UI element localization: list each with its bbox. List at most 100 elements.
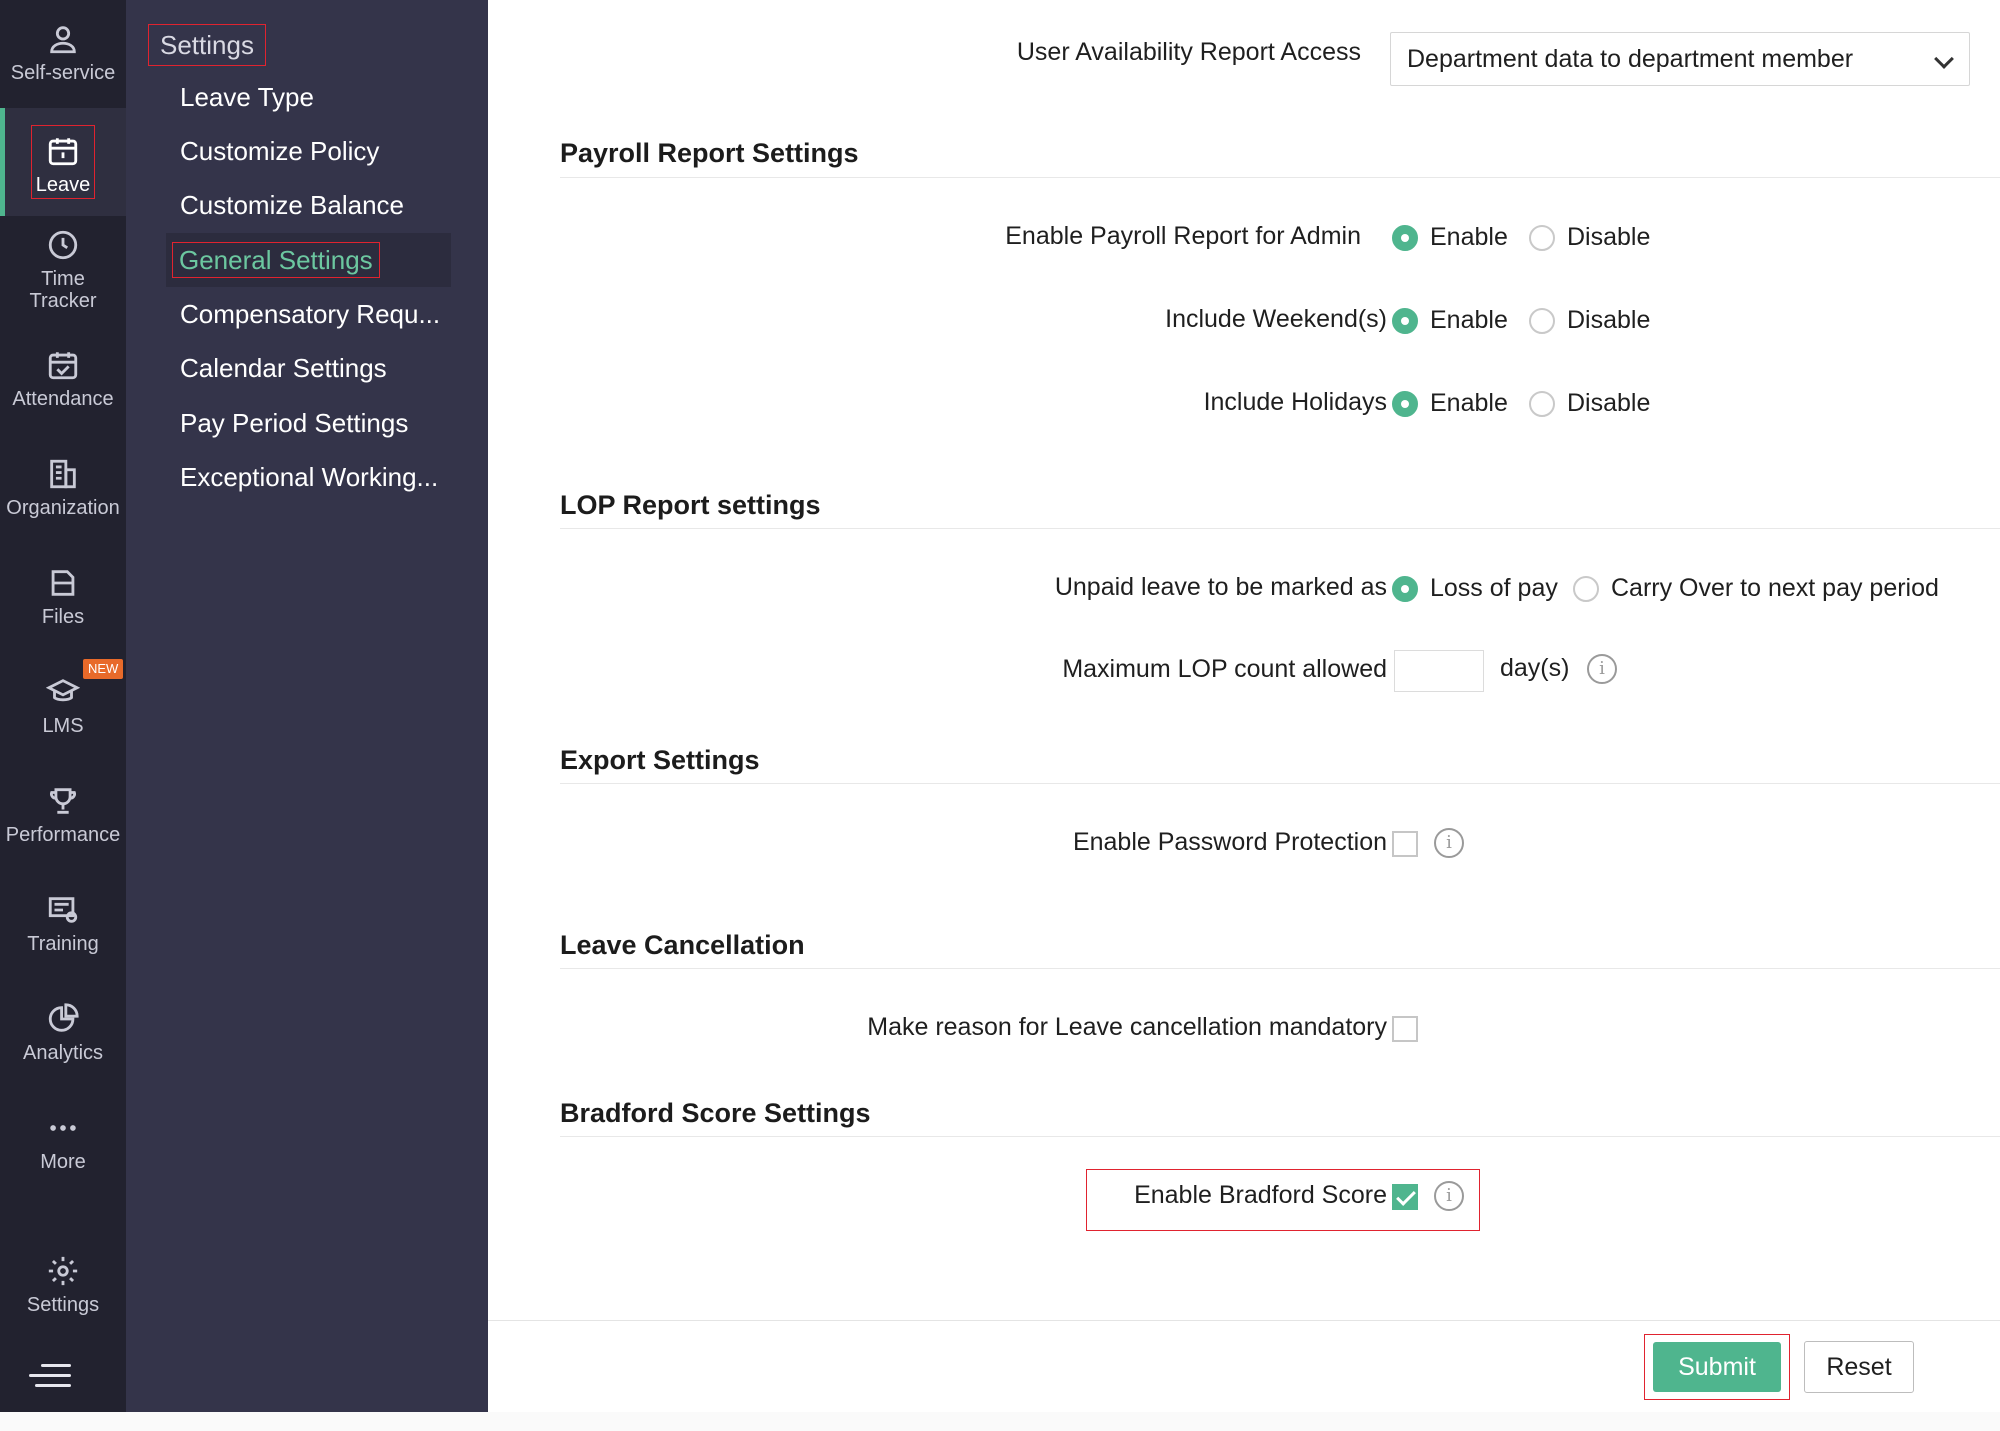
submenu-item-leave-type[interactable]: Leave Type	[126, 70, 451, 124]
rail-label: Settings	[26, 1294, 100, 1316]
rail-label: Self-service	[10, 62, 116, 84]
chevron-down-icon	[1934, 49, 1954, 69]
radio-dot	[1529, 307, 1555, 334]
days-unit-label: day(s)	[1500, 654, 1570, 682]
info-icon[interactable]: i	[1434, 1181, 1464, 1211]
reset-button[interactable]: Reset	[1804, 1341, 1914, 1393]
rail-label: Time Tracker	[29, 268, 97, 312]
submenu-item-general-settings[interactable]: General Settings	[166, 233, 451, 287]
availability-label: User Availability Report Access	[1016, 38, 1361, 66]
password-protection-label: Enable Password Protection	[1072, 828, 1387, 856]
radio-dot	[1529, 390, 1555, 417]
availability-select[interactable]: Department data to department member	[1390, 32, 1970, 86]
holidays-disable-radio[interactable]: Disable	[1529, 389, 1650, 418]
section-divider	[560, 177, 2000, 178]
radio-label: Loss of pay	[1430, 574, 1558, 602]
payroll-admin-disable-radio[interactable]: Disable	[1529, 223, 1650, 252]
submit-highlight: Submit	[1644, 1334, 1790, 1400]
app-nav-rail: Self-service Leave Time Tracker Attendan…	[0, 0, 126, 1412]
graduation-cap-icon	[46, 679, 80, 702]
rail-item-leave[interactable]: Leave	[0, 108, 126, 216]
rail-item-settings[interactable]: Settings	[0, 1254, 126, 1316]
weekends-enable-radio[interactable]: Enable	[1392, 306, 1508, 335]
settings-submenu: Settings Leave Type Customize Policy Cus…	[126, 0, 488, 1412]
rail-label: More	[40, 1151, 86, 1173]
submenu-title: Settings	[148, 24, 266, 66]
submit-button[interactable]: Submit	[1653, 1342, 1781, 1392]
collapse-menu-icon[interactable]	[29, 1364, 71, 1394]
user-icon	[50, 26, 76, 54]
bottom-strip	[0, 1412, 2000, 1431]
rail-label: Organization	[6, 497, 120, 519]
submenu-item-label: General Settings	[172, 242, 380, 278]
include-holidays-label: Include Holidays	[1203, 388, 1387, 416]
rail-item-training[interactable]: Training	[0, 893, 126, 955]
trophy-icon	[50, 788, 76, 814]
rail-item-performance[interactable]: Performance	[0, 784, 126, 846]
bradford-enable-checkbox[interactable]	[1392, 1184, 1418, 1210]
radio-dot	[1573, 575, 1599, 602]
rail-item-files[interactable]: Files	[0, 566, 126, 628]
info-icon[interactable]: i	[1587, 654, 1617, 684]
rail-label: Training	[27, 933, 99, 955]
more-dots-icon	[50, 1125, 76, 1131]
submenu-item-pay-period-settings[interactable]: Pay Period Settings	[126, 396, 451, 450]
carry-over-radio[interactable]: Carry Over to next pay period	[1573, 574, 1939, 603]
section-divider	[560, 528, 2000, 529]
cancellation-reason-checkbox[interactable]	[1392, 1016, 1418, 1042]
cancellation-section-title: Leave Cancellation	[560, 930, 805, 960]
rail-item-more[interactable]: More	[0, 1111, 126, 1173]
submenu-item-calendar-settings[interactable]: Calendar Settings	[126, 341, 451, 395]
form-footer: Submit Reset	[488, 1320, 2000, 1412]
include-weekends-label: Include Weekend(s)	[1165, 305, 1387, 333]
calendar-check-icon	[48, 352, 78, 380]
radio-label: Disable	[1567, 223, 1651, 251]
rail-label: LMS	[42, 715, 84, 737]
rail-label: Performance	[5, 824, 121, 846]
section-divider	[560, 968, 2000, 969]
radio-label: Enable	[1430, 223, 1508, 251]
lop-section-title: LOP Report settings	[560, 490, 821, 520]
bradford-section-title: Bradford Score Settings	[560, 1098, 871, 1128]
radio-label: Carry Over to next pay period	[1611, 574, 1939, 602]
radio-label: Enable	[1430, 389, 1508, 417]
submenu-item-compensatory-request[interactable]: Compensatory Requ...	[126, 287, 451, 341]
radio-dot	[1392, 575, 1418, 602]
password-protection-checkbox[interactable]	[1392, 831, 1418, 857]
radio-dot	[1392, 390, 1418, 417]
bradford-enable-label: Enable Bradford Score	[1134, 1181, 1387, 1209]
pie-chart-icon	[48, 1003, 79, 1032]
section-divider	[560, 1136, 2000, 1137]
rail-item-organization[interactable]: Organization	[0, 457, 126, 519]
files-icon	[51, 570, 75, 596]
radio-label: Enable	[1430, 306, 1508, 334]
rail-item-time-tracker[interactable]: Time Tracker	[0, 228, 126, 312]
payroll-section-title: Payroll Report Settings	[560, 138, 859, 168]
radio-dot	[1392, 224, 1418, 251]
info-icon[interactable]: i	[1434, 828, 1464, 858]
rail-label: Leave	[35, 174, 91, 196]
calendar-leave-icon	[48, 138, 78, 166]
rail-item-attendance[interactable]: Attendance	[0, 348, 126, 410]
rail-item-lms[interactable]: LMS	[0, 675, 126, 737]
weekends-disable-radio[interactable]: Disable	[1529, 306, 1650, 335]
radio-dot	[1392, 307, 1418, 334]
submenu-item-exceptional-working[interactable]: Exceptional Working...	[126, 450, 451, 504]
export-section-title: Export Settings	[560, 745, 760, 775]
leave-active-marker: Leave	[30, 125, 96, 199]
radio-label: Disable	[1567, 306, 1651, 334]
radio-label: Disable	[1567, 389, 1651, 417]
gear-icon	[48, 1256, 78, 1286]
clock-icon	[48, 230, 78, 260]
rail-item-analytics[interactable]: Analytics	[0, 1002, 126, 1064]
building-icon	[50, 459, 76, 489]
max-lop-input[interactable]	[1394, 650, 1484, 692]
holidays-enable-radio[interactable]: Enable	[1392, 389, 1508, 418]
rail-item-self-service[interactable]: Self-service	[0, 22, 126, 84]
payroll-admin-enable-radio[interactable]: Enable	[1392, 223, 1508, 252]
payroll-admin-label: Enable Payroll Report for Admin	[1005, 222, 1361, 250]
submenu-item-customize-balance[interactable]: Customize Balance	[126, 178, 451, 232]
rail-label: Attendance	[12, 388, 114, 410]
loss-of-pay-radio[interactable]: Loss of pay	[1392, 574, 1558, 603]
submenu-item-customize-policy[interactable]: Customize Policy	[126, 124, 451, 178]
